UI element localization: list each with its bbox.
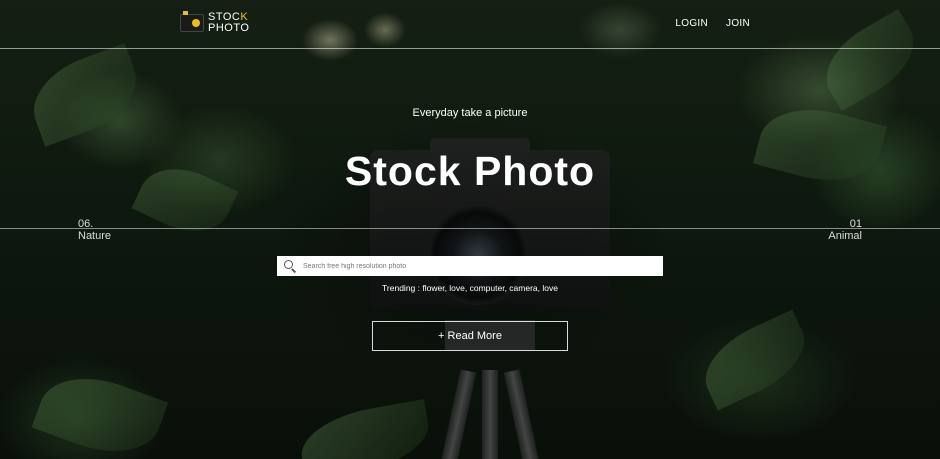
- camera-logo-icon: [180, 11, 204, 32]
- join-link[interactable]: JOIN: [726, 18, 750, 29]
- logo-line-2: PHOTO: [208, 22, 250, 34]
- slide-label: Animal: [828, 230, 862, 242]
- top-nav: STOCK PHOTO LOGIN JOIN: [0, 0, 940, 49]
- hero-section: STOCK PHOTO LOGIN JOIN Everyday take a p…: [0, 0, 940, 459]
- dark-overlay: [0, 0, 940, 459]
- slide-nav-next[interactable]: 01 Animal: [828, 218, 862, 242]
- slide-nav-prev[interactable]: 06. Nature: [78, 218, 111, 242]
- login-link[interactable]: LOGIN: [675, 18, 708, 29]
- slide-divider: [0, 228, 940, 229]
- hero-title: Stock Photo: [344, 148, 596, 194]
- slide-number: 06.: [78, 218, 94, 230]
- search-icon[interactable]: [283, 259, 297, 273]
- trending-tags: Trending : flower, love, computer, camer…: [382, 283, 558, 293]
- nav-links: LOGIN JOIN: [675, 18, 750, 29]
- search-bar: [277, 256, 663, 276]
- search-input[interactable]: [301, 261, 655, 271]
- read-more-button[interactable]: + Read More: [372, 321, 568, 351]
- logo[interactable]: STOCK PHOTO: [180, 11, 249, 34]
- slide-number: 01: [849, 218, 862, 230]
- hero-tagline: Everyday take a picture: [412, 107, 528, 119]
- logo-text: STOCK PHOTO: [208, 12, 249, 34]
- slide-label: Nature: [78, 230, 112, 242]
